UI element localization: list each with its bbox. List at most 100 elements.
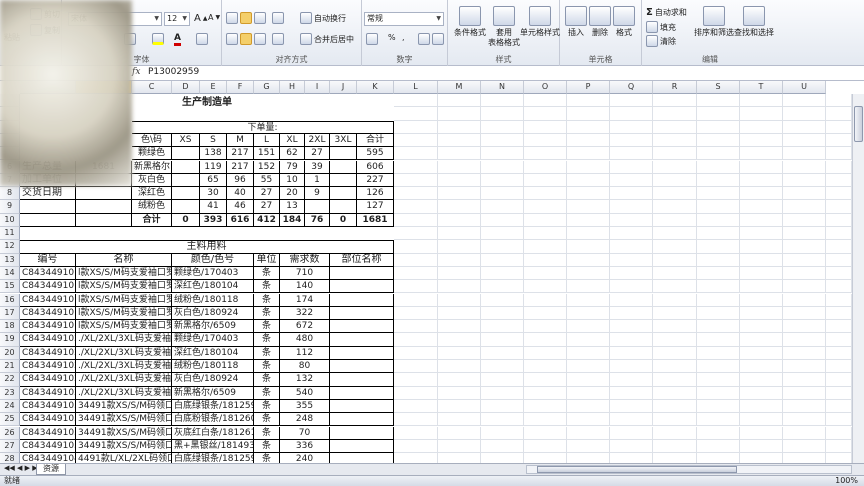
grid-cell[interactable] xyxy=(697,94,740,108)
grid-cell[interactable] xyxy=(826,399,852,414)
grid-cell[interactable] xyxy=(524,227,567,241)
grid-cell[interactable] xyxy=(394,399,438,414)
grid-cell[interactable] xyxy=(697,266,740,281)
grid-cell[interactable] xyxy=(524,426,567,440)
material-table-cell[interactable]: 480 xyxy=(280,333,330,347)
merge-center-button[interactable]: 合并后居中 xyxy=(300,33,354,45)
material-table-cell[interactable] xyxy=(330,413,394,427)
grid-cell[interactable] xyxy=(524,160,567,174)
material-table-cell[interactable]: 条 xyxy=(254,373,280,387)
material-table-cell[interactable]: l款XS/S/M码支爱袖口罗 xyxy=(76,320,172,334)
row-header[interactable]: 13 xyxy=(0,253,20,267)
grid-cell[interactable] xyxy=(567,266,610,281)
grid-cell[interactable] xyxy=(826,160,852,174)
align-bottom-button[interactable] xyxy=(254,12,266,24)
material-table-cell[interactable]: 条 xyxy=(254,360,280,374)
grid-cell[interactable] xyxy=(481,253,524,267)
material-table-cell[interactable] xyxy=(330,320,394,334)
grid-cell[interactable] xyxy=(783,160,826,174)
size-table-cell[interactable]: 55 xyxy=(254,173,280,188)
indent-button[interactable] xyxy=(272,33,284,45)
grid-cell[interactable] xyxy=(481,133,524,148)
grid-cell[interactable] xyxy=(481,399,524,414)
row-header[interactable]: 25 xyxy=(0,413,20,427)
align-left-button[interactable] xyxy=(226,33,238,45)
grid-cell[interactable] xyxy=(394,94,438,108)
orientation-button[interactable] xyxy=(272,12,284,24)
grid-cell[interactable] xyxy=(610,213,653,227)
side-label[interactable] xyxy=(20,200,76,214)
grid-cell[interactable] xyxy=(481,120,524,134)
material-table-cell[interactable]: 绒粉色/180118 xyxy=(172,293,254,307)
col-header[interactable]: I xyxy=(305,81,330,94)
material-table-cell[interactable] xyxy=(330,346,394,360)
grid-cell[interactable] xyxy=(740,240,783,254)
grid-cell[interactable] xyxy=(740,147,783,161)
grid-cell[interactable] xyxy=(481,94,524,108)
grid-cell[interactable] xyxy=(567,280,610,294)
grid-cell[interactable] xyxy=(524,94,567,108)
grid-cell[interactable] xyxy=(524,439,567,454)
grid-cell[interactable] xyxy=(394,346,438,360)
grid-cell[interactable] xyxy=(697,187,740,201)
grid-cell[interactable] xyxy=(783,200,826,214)
grid-cell[interactable] xyxy=(567,360,610,374)
material-table-cell[interactable]: l款XS/S/M码支爱袖口罗 xyxy=(76,280,172,294)
grid-cell[interactable] xyxy=(697,293,740,307)
phonetic-button[interactable] xyxy=(196,33,208,45)
grid-cell[interactable] xyxy=(567,333,610,347)
formula-input[interactable]: P13002959 xyxy=(148,67,199,77)
grid-cell[interactable] xyxy=(481,439,524,454)
grid-cell[interactable] xyxy=(653,120,697,134)
grid-cell[interactable] xyxy=(610,147,653,161)
clear-button[interactable]: 清除 xyxy=(646,35,676,47)
grid-cell[interactable] xyxy=(481,386,524,400)
grid-cell[interactable] xyxy=(826,240,852,254)
grid-cell[interactable] xyxy=(438,373,481,387)
grid-cell[interactable] xyxy=(653,333,697,347)
size-table-cell[interactable] xyxy=(172,187,200,201)
size-table-cell[interactable]: 10 xyxy=(280,173,305,188)
grid-cell[interactable] xyxy=(783,240,826,254)
material-table-cell[interactable]: ./XL/2XL/3XL码支爱袖口 xyxy=(76,346,172,360)
material-table-cell[interactable]: 34491款XS/S/M码领口罗 xyxy=(76,413,172,427)
grid-cell[interactable] xyxy=(826,293,852,307)
material-table-cell[interactable]: 颗绿色/170403 xyxy=(172,333,254,347)
sort-filter-button[interactable]: 排序和筛选 xyxy=(692,6,736,38)
grid-cell[interactable] xyxy=(697,280,740,294)
grid-cell[interactable] xyxy=(740,227,783,241)
grid-cell[interactable] xyxy=(394,280,438,294)
size-table-cell[interactable]: 217 xyxy=(227,160,254,174)
size-header-cell[interactable]: 3XL xyxy=(330,133,357,148)
grid-cell[interactable] xyxy=(524,107,567,121)
material-table-cell[interactable] xyxy=(330,399,394,414)
col-header[interactable]: Q xyxy=(610,81,653,94)
size-header-cell[interactable]: M xyxy=(227,133,254,148)
vertical-scroll-thumb[interactable] xyxy=(854,106,863,142)
grid-cell[interactable] xyxy=(826,386,852,400)
size-table-cell[interactable]: 127 xyxy=(357,200,394,214)
grid-cell[interactable] xyxy=(697,173,740,188)
row-header[interactable]: 12 xyxy=(0,240,20,254)
material-table-cell[interactable] xyxy=(330,266,394,281)
grid-cell[interactable] xyxy=(697,386,740,400)
grid-cell[interactable] xyxy=(610,266,653,281)
size-total-cell[interactable]: 393 xyxy=(200,213,227,227)
material-table-cell[interactable]: 条 xyxy=(254,426,280,440)
grid-cell[interactable] xyxy=(524,133,567,148)
grid-cell[interactable] xyxy=(524,147,567,161)
horizontal-scroll-thumb[interactable] xyxy=(537,466,737,473)
grid-cell[interactable] xyxy=(826,213,852,227)
grid-cell[interactable] xyxy=(567,439,610,454)
size-table-cell[interactable] xyxy=(172,160,200,174)
autosum-button[interactable]: Σ 自动求和 xyxy=(646,7,687,18)
grid-cell[interactable] xyxy=(653,280,697,294)
material-table-cell[interactable]: 条 xyxy=(254,280,280,294)
grid-cell[interactable] xyxy=(438,346,481,360)
grid-cell[interactable] xyxy=(783,346,826,360)
grid-cell[interactable] xyxy=(740,360,783,374)
material-table-cell[interactable]: l款XS/S/M码支爱袖口罗 xyxy=(76,306,172,321)
tab-sheet1[interactable]: 资源 xyxy=(36,464,66,475)
material-table-cell[interactable]: 540 xyxy=(280,386,330,400)
grid-cell[interactable] xyxy=(653,253,697,267)
